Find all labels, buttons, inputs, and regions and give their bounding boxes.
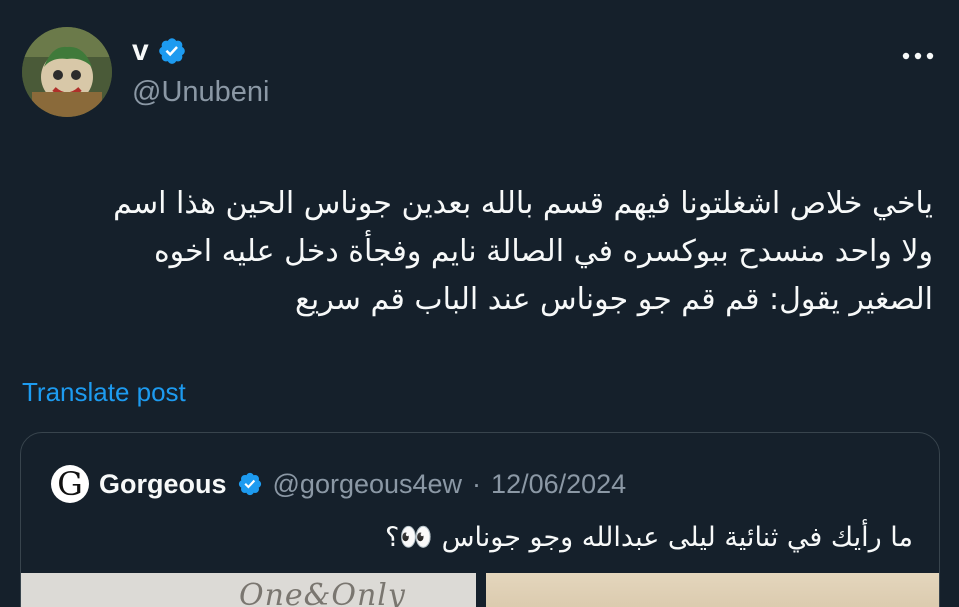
quoted-author-name[interactable]: Gorgeous <box>99 469 227 500</box>
tweet-line: ياخي خلاص اشغلتونا فيهم قسم بالله بعدين … <box>113 186 933 221</box>
avatar-photo <box>22 27 112 117</box>
quoted-media-image-right[interactable] <box>486 573 939 607</box>
media-logo-text: One&Only <box>239 578 406 607</box>
quoted-tweet-card[interactable]: G Gorgeous @gorgeous4ew · 12/06/2024 ما … <box>20 432 940 607</box>
quoted-tweet-text: ما رأيك في ثنائية ليلى عبدالله وجو جوناس… <box>385 522 913 553</box>
author-name-row: v <box>132 36 187 66</box>
verified-badge-icon <box>238 472 261 496</box>
more-options-button[interactable] <box>900 48 940 64</box>
quoted-tweet-header: G Gorgeous @gorgeous4ew · 12/06/2024 <box>51 465 626 503</box>
tweet-line: الصغير يقول: قم قم جو جوناس عند الباب قم… <box>294 282 933 317</box>
more-dots-icon <box>902 52 934 60</box>
verified-badge-icon <box>158 38 185 64</box>
translate-post-link[interactable]: Translate post <box>22 379 186 405</box>
tweet-text: ياخي خلاص اشغلتونا فيهم قسم بالله بعدين … <box>23 180 933 324</box>
quoted-tweet-date[interactable]: 12/06/2024 <box>491 469 626 500</box>
quoted-author-avatar[interactable]: G <box>51 465 89 503</box>
tweet-line: ولا واحد منسدح ببوكسره في الصالة نايم وف… <box>153 234 933 269</box>
quoted-author-handle[interactable]: @gorgeous4ew <box>273 469 463 500</box>
separator-dot: · <box>472 468 482 499</box>
author-handle[interactable]: @Unubeni <box>132 78 269 107</box>
author-display-name[interactable]: v <box>132 36 149 66</box>
author-avatar[interactable] <box>22 27 112 117</box>
quoted-media-image-left[interactable]: One&Only <box>21 573 476 607</box>
